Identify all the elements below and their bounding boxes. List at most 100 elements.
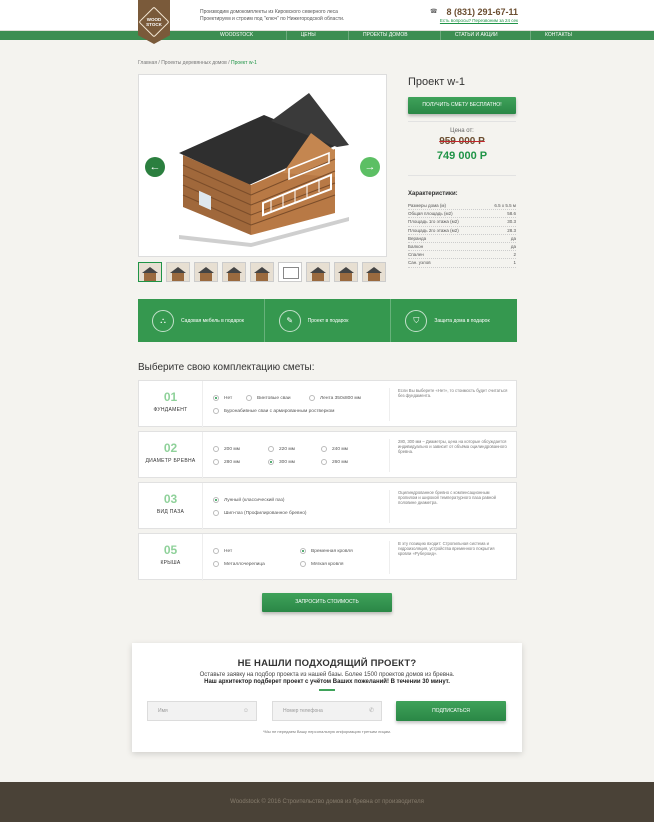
phone-field-icon: ✆ <box>368 708 374 714</box>
get-quote-button[interactable]: ПОЛУЧИТЬ СМЕТУ БЕСПЛАТНО! <box>408 97 516 114</box>
radio-dot <box>213 510 219 516</box>
radio-option[interactable]: Металлочерепица <box>213 561 265 567</box>
main-nav: WOODSTOCK ЦЕНЫ ПРОЕКТЫ ДОМОВ СТАТЬИ И АК… <box>0 31 654 40</box>
radio-option[interactable]: Временная кровля <box>300 548 353 554</box>
shield-icon: ⛉ <box>405 309 428 332</box>
breadcrumb: Главная / Проекты деревянных домов / Про… <box>138 60 257 66</box>
radio-option[interactable]: 240 мм <box>321 446 348 452</box>
thumbnail[interactable] <box>194 262 218 282</box>
option-note: Оцилиндрованное бревно с компенсационным… <box>389 490 509 523</box>
lead-form: НЕ НАШЛИ ПОДХОДЯЩИЙ ПРОЕКТ? Оставьте зая… <box>132 643 522 752</box>
radio-option[interactable]: 200 мм <box>213 446 240 452</box>
lead-text: Оставьте заявку на подбор проекта из наш… <box>199 672 455 678</box>
characteristics-list: Размеры дома (м) 6.5 х 5.5 м Общая площад… <box>408 202 516 268</box>
phone-field[interactable]: Номер телефона ✆ <box>272 701 382 721</box>
option-name: ФУНДАМЕНТ <box>153 407 188 413</box>
price-label: Цена от: <box>450 128 474 134</box>
logo[interactable]: WOOD STOCK <box>138 0 170 44</box>
thumbnail[interactable] <box>250 262 274 282</box>
radio-label: 260 мм <box>332 459 348 465</box>
radio-option[interactable]: 260 мм <box>321 459 348 465</box>
radio-option[interactable]: Винтовые сваи <box>246 395 291 401</box>
char-value: да <box>510 243 516 249</box>
radio-label: 300 мм <box>279 459 295 465</box>
option-name: КРЫША <box>160 560 181 566</box>
radio-label: Винтовые сваи <box>257 395 291 401</box>
thumbnail[interactable] <box>222 262 246 282</box>
char-value: 1 <box>513 260 516 266</box>
radio-dot <box>213 459 219 465</box>
radio-label: 280 мм <box>224 459 240 465</box>
nav-item-articles[interactable]: СТАТЬИ И АКЦИИ <box>439 31 512 40</box>
promo-project-gift[interactable]: ✎ Проект в подарок <box>265 299 392 342</box>
option-number: 05 <box>163 543 178 557</box>
char-key: Площадь 1го этажа (м2) <box>408 219 459 225</box>
breadcrumb-current: Проект w-1 <box>230 60 257 66</box>
promo-strip: ⛬ Садовая мебель в подарок ✎ Проект в по… <box>138 299 517 342</box>
char-key: Спален <box>408 252 424 258</box>
radio-label: Шип-паз (Профилированное бревно) <box>224 510 307 516</box>
thumbnail[interactable] <box>334 262 358 282</box>
thumbnail[interactable] <box>306 262 330 282</box>
radio-option[interactable]: Шип-паз (Профилированное бревно) <box>213 510 307 516</box>
breadcrumb-home[interactable]: Главная <box>138 60 157 66</box>
radio-dot <box>213 561 219 567</box>
radio-option[interactable]: Лента 350х800 мм <box>309 395 361 401</box>
radio-option[interactable]: 300 мм <box>268 459 295 465</box>
nav-item-projects[interactable]: ПРОЕКТЫ ДОМОВ <box>348 31 422 40</box>
gallery-prev-arrow-icon[interactable]: ← <box>145 157 165 177</box>
radio-option[interactable]: Нет <box>213 395 232 401</box>
user-icon: ☺ <box>242 708 249 714</box>
radio-dot <box>309 395 315 401</box>
thumbnail[interactable] <box>138 262 162 282</box>
tagline: Производим домокомплекты из Кировского с… <box>200 9 380 22</box>
radio-dot <box>268 459 274 465</box>
char-row: Веранда да <box>408 235 516 243</box>
option-number: 01 <box>163 390 178 404</box>
logo-mark: WOOD STOCK <box>138 6 170 38</box>
tagline-line-2: Проектируем и строим под "ключ" по Нижег… <box>200 15 345 22</box>
option-name: ВИД ПАЗА <box>156 509 185 515</box>
radio-label: Нет <box>224 395 233 401</box>
gallery-next-arrow-icon[interactable]: → <box>360 157 380 177</box>
request-price-button[interactable]: ЗАПРОСИТЬ СТОИМОСТЬ <box>262 593 392 612</box>
phone-number[interactable]: 8 (831) 291-67-11 <box>436 7 518 17</box>
radio-option[interactable]: Мягкая кровля <box>300 561 343 567</box>
breadcrumb-section[interactable]: Проекты деревянных домов <box>161 60 227 66</box>
char-value: 2 <box>513 252 516 258</box>
radio-dot <box>213 497 219 503</box>
char-key: Сан. узлов <box>408 260 431 266</box>
radio-option[interactable]: Лунный (классический паз) <box>213 497 284 503</box>
thumbnail[interactable] <box>362 262 386 282</box>
char-row: Площадь 1го этажа (м2) 30.3 <box>408 218 516 227</box>
char-key: Размеры дома (м) <box>408 203 447 208</box>
promo-garden-furniture[interactable]: ⛬ Садовая мебель в подарок <box>138 299 265 342</box>
thumbnail[interactable] <box>166 262 190 282</box>
price-new: 749 000 Р <box>436 150 488 162</box>
thumbnail[interactable] <box>278 262 302 282</box>
radio-option[interactable]: 280 мм <box>213 459 240 465</box>
callback-link[interactable]: Есть вопросы? Перезвоним за 24 сек <box>426 18 518 23</box>
char-row: Балкон да <box>408 243 516 252</box>
nav-item-woodstock[interactable]: WOODSTOCK <box>206 31 267 40</box>
subscribe-button[interactable]: ПОДПИСАТЬСЯ <box>396 701 506 721</box>
nav-item-contacts[interactable]: КОНТАКТЫ <box>529 31 586 40</box>
option-number: 03 <box>163 492 178 506</box>
option-note: Если Вы выберете «Нет», то стоимость буд… <box>389 388 509 421</box>
option-header: 05 КРЫША <box>139 534 203 581</box>
char-row: Площадь 2го этажа (м2) 28.3 <box>408 227 516 235</box>
radio-option[interactable]: 220 мм <box>268 446 295 452</box>
option-radios: Лунный (классический паз) Шип-паз (Профи… <box>213 491 383 523</box>
char-value: да <box>510 235 516 241</box>
radio-option[interactable]: Буронабивные сваи с армированным роствер… <box>213 408 334 414</box>
option-header: 02 ДИАМЕТР БРЕВНА <box>139 432 203 479</box>
privacy-note: *Мы не передаем Вашу персональную информ… <box>263 729 391 734</box>
radio-dot <box>268 446 274 452</box>
char-row: Сан. узлов 1 <box>408 259 516 268</box>
radio-label: 240 мм <box>332 446 348 452</box>
option-note: 280, 300 мм – Диаметры, цена на которые … <box>389 439 509 472</box>
promo-house-protection[interactable]: ⛉ Защита дома в подарок <box>391 299 517 342</box>
nav-item-prices[interactable]: ЦЕНЫ <box>285 31 330 40</box>
name-field[interactable]: Имя ☺ <box>147 701 257 721</box>
radio-option[interactable]: Нет <box>213 548 232 554</box>
